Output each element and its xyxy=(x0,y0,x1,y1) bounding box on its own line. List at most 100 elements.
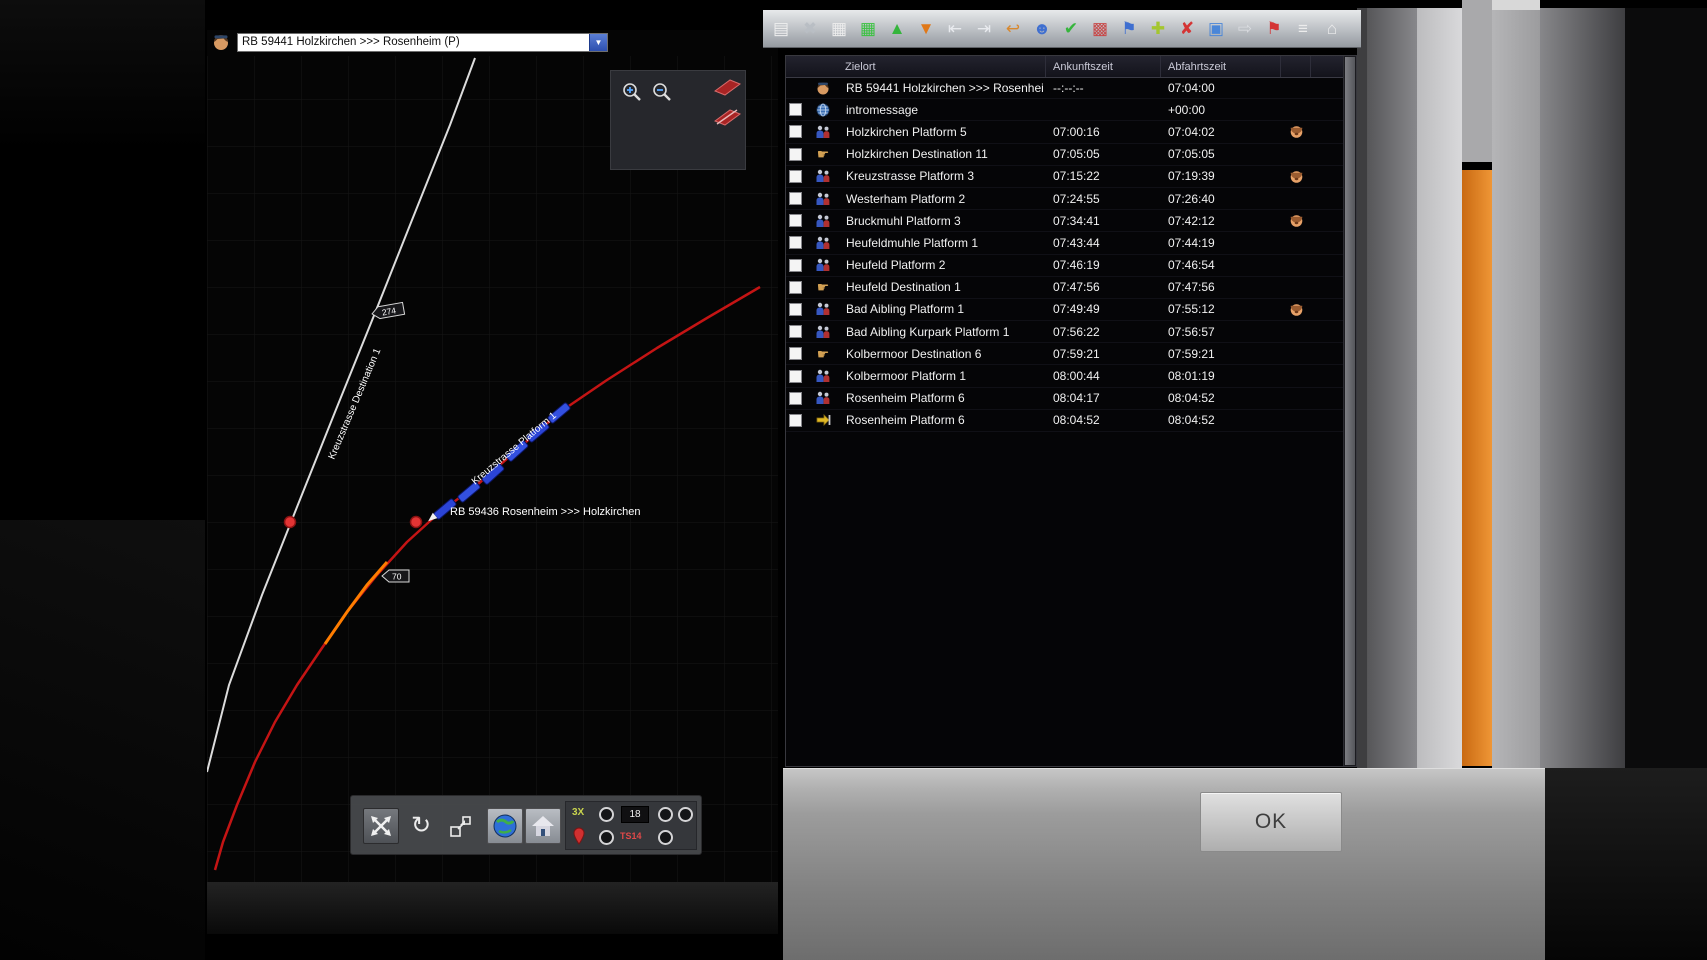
timetable-row[interactable]: ☛ Kolbermoor Destination 6 07:59:21 07:59:2… xyxy=(786,343,1343,366)
row-departure-time: 07:56:57 xyxy=(1168,324,1215,339)
map-option-toggle-4[interactable] xyxy=(599,830,614,845)
row-checkbox[interactable] xyxy=(789,325,802,339)
timetable-row[interactable]: Heufeldmuhle Platform 1 07:43:44 07:44:19 xyxy=(786,232,1343,255)
row-checkbox-cell xyxy=(786,258,808,272)
platform-icon xyxy=(808,213,838,229)
add-stop-button[interactable]: ✚ xyxy=(1145,14,1171,44)
row-checkbox-cell xyxy=(786,413,808,427)
timetable-row[interactable]: ☛ Heufeld Destination 1 07:47:56 07:47:56 xyxy=(786,277,1343,299)
save-button[interactable]: ▤ xyxy=(768,14,794,44)
route-selector[interactable]: RB 59441 Holzkirchen >>> Rosenheim (P) ▼ xyxy=(237,33,608,52)
ok-button[interactable]: OK xyxy=(1200,792,1342,852)
timetable-row[interactable]: RB 59441 Holzkirchen >>> Rosenhei --:--:-… xyxy=(786,77,1343,100)
passenger-icon: ☻ xyxy=(1033,19,1051,38)
depot-button[interactable]: ⌂ xyxy=(1319,14,1345,44)
row-departure-time: 07:04:00 xyxy=(1168,80,1215,95)
map-option-toggle-3[interactable] xyxy=(678,807,693,822)
row-arrival-time: 08:00:44 xyxy=(1053,369,1100,384)
row-checkbox[interactable] xyxy=(789,391,802,405)
row-checkbox[interactable] xyxy=(789,369,802,383)
platform-icon xyxy=(808,324,838,340)
row-checkbox[interactable] xyxy=(789,169,802,183)
row-departure-time: 07:46:54 xyxy=(1168,258,1215,273)
rotate-view-button[interactable]: ↻ xyxy=(403,808,439,844)
row-checkbox[interactable] xyxy=(789,258,802,272)
zoom-in-button[interactable] xyxy=(619,79,645,105)
timetable-panel: Zielort Ankunftszeit Abfahrtszeit RB 594… xyxy=(785,55,1357,767)
timetable-row[interactable]: Heufeld Platform 2 07:46:19 07:46:54 xyxy=(786,255,1343,277)
map-mode-button[interactable] xyxy=(487,808,523,844)
row-checkbox[interactable] xyxy=(789,347,802,361)
grid-active-icon: ▦ xyxy=(859,19,877,38)
timetable-row[interactable]: Westerham Platform 2 07:24:55 07:26:40 xyxy=(786,188,1343,211)
scrollbar-thumb[interactable] xyxy=(1345,57,1355,765)
window-options-button[interactable]: ▣ xyxy=(1203,14,1229,44)
move-down-button[interactable]: ▼ xyxy=(913,14,939,44)
row-checkbox[interactable] xyxy=(789,192,802,206)
header-arrival: Ankunftszeit xyxy=(1046,56,1161,77)
confirm-edit-button[interactable]: ✔ xyxy=(1058,14,1084,44)
row-destination: Kolbermoor Platform 1 xyxy=(846,369,967,384)
platform-strip-button[interactable]: ≡ xyxy=(1290,14,1316,44)
train-end-icon xyxy=(808,413,838,427)
map-value-display[interactable]: 18 xyxy=(621,806,649,823)
remove-stop-button[interactable]: ✘ xyxy=(1174,14,1200,44)
passenger-button[interactable]: ☻ xyxy=(1029,14,1055,44)
row-destination: Heufeldmuhle Platform 1 xyxy=(846,235,979,250)
delete-button[interactable]: ✖ xyxy=(797,14,823,44)
row-departure-time: 07:44:19 xyxy=(1168,235,1215,250)
pan-button[interactable] xyxy=(363,808,399,844)
row-checkbox[interactable] xyxy=(789,125,802,139)
timetable-row[interactable]: Rosenheim Platform 6 08:04:52 08:04:52 xyxy=(786,410,1343,432)
row-checkbox[interactable] xyxy=(789,103,802,117)
grid-active-button[interactable]: ▦ xyxy=(855,14,881,44)
timetable-row[interactable]: Bad Aibling Platform 1 07:49:49 07:55:12 xyxy=(786,299,1343,322)
map-option-toggle-2[interactable] xyxy=(658,807,673,822)
resize-view-button[interactable] xyxy=(443,808,479,844)
zoom-in-icon xyxy=(623,83,641,101)
home-view-button[interactable] xyxy=(525,808,561,844)
timetable-row[interactable]: Kreuzstrasse Platform 3 07:15:22 07:19:39 xyxy=(786,166,1343,188)
timetable-row[interactable]: ☛ Holzkirchen Destination 11 07:05:05 07:05… xyxy=(786,144,1343,166)
row-destination: Rosenheim Platform 6 xyxy=(846,391,965,406)
row-checkbox[interactable] xyxy=(789,236,802,250)
map-grid xyxy=(207,56,778,912)
insert-before-icon: ⇤ xyxy=(947,19,963,38)
map-option-toggle-5[interactable] xyxy=(658,830,673,845)
grid-colors-button[interactable]: ▩ xyxy=(1087,14,1113,44)
insert-before-button[interactable]: ⇤ xyxy=(942,14,968,44)
route-flag-button[interactable]: ⚑ xyxy=(1116,14,1142,44)
map-canvas[interactable]: RB 59436 Rosenheim >>> Holzkirchen Kreuz… xyxy=(207,52,778,912)
undo-button[interactable]: ↩ xyxy=(1000,14,1026,44)
globe-icon xyxy=(493,814,517,838)
row-checkbox[interactable] xyxy=(789,302,802,316)
row-checkbox[interactable] xyxy=(789,214,802,228)
dropdown-arrow-button[interactable]: ▼ xyxy=(589,34,607,51)
row-departure-time: 07:26:40 xyxy=(1168,191,1215,206)
undo-icon: ↩ xyxy=(1005,19,1021,38)
exit-button[interactable]: ⇨ xyxy=(1232,14,1258,44)
destination-icon: ☛ xyxy=(816,147,830,162)
insert-after-button[interactable]: ⇥ xyxy=(971,14,997,44)
timetable-row[interactable]: intromessage +00:00 xyxy=(786,99,1343,122)
timetable-scrollbar[interactable] xyxy=(1343,56,1356,766)
row-checkbox[interactable] xyxy=(789,280,802,294)
timetable-row[interactable]: Kolbermoor Platform 1 08:00:44 08:01:19 xyxy=(786,365,1343,388)
map-option-toggle-1[interactable] xyxy=(599,807,614,822)
timetable-row[interactable]: Holzkirchen Platform 5 07:00:16 07:04:02 xyxy=(786,121,1343,144)
flag-button[interactable]: ⚑ xyxy=(1261,14,1287,44)
stop-marker-right xyxy=(409,515,423,529)
timetable-row[interactable]: Rosenheim Platform 6 08:04:17 08:04:52 xyxy=(786,388,1343,410)
timetable-row[interactable]: Bad Aibling Kurpark Platform 1 07:56:22 07… xyxy=(786,321,1343,344)
row-arrival-time: 07:46:19 xyxy=(1053,258,1100,273)
zoom-out-button[interactable] xyxy=(649,79,675,105)
grid-button[interactable]: ▦ xyxy=(826,14,852,44)
row-checkbox[interactable] xyxy=(789,147,802,161)
track-edit-button[interactable] xyxy=(711,105,743,129)
track-plan-button[interactable] xyxy=(711,75,743,99)
row-checkbox-cell xyxy=(786,125,808,139)
move-up-button[interactable]: ▲ xyxy=(884,14,910,44)
add-stop-icon: ✚ xyxy=(1150,19,1166,38)
row-checkbox[interactable] xyxy=(789,413,802,427)
timetable-row[interactable]: Bruckmuhl Platform 3 07:34:41 07:42:12 xyxy=(786,210,1343,233)
